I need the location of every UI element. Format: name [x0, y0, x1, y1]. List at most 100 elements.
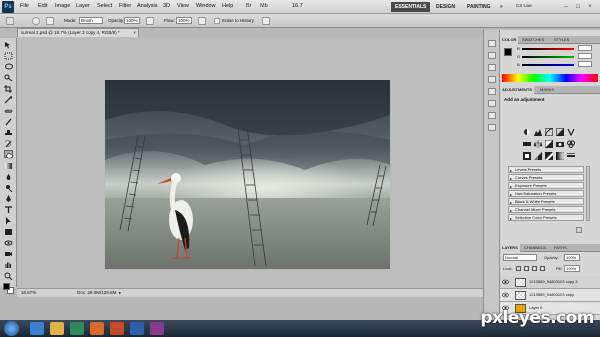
- red-slider[interactable]: [522, 48, 574, 50]
- menu-image[interactable]: Image: [55, 3, 70, 9]
- tab-color[interactable]: COLOR: [500, 36, 519, 44]
- pen-tool-icon[interactable]: [4, 195, 13, 203]
- quick-selection-tool-icon[interactable]: [4, 74, 13, 82]
- hue-saturation-icon[interactable]: [523, 140, 531, 148]
- start-button[interactable]: [4, 321, 19, 336]
- visibility-eye-icon[interactable]: [502, 279, 509, 285]
- blend-mode-select[interactable]: Normal: [503, 254, 537, 261]
- tab-styles[interactable]: STYLES: [552, 36, 571, 44]
- brush-panel-icon[interactable]: [46, 17, 54, 25]
- lasso-tool-icon[interactable]: [4, 63, 13, 71]
- black-white-icon[interactable]: [544, 139, 554, 149]
- taskbar-app-icon[interactable]: [150, 322, 164, 335]
- bridge-icon[interactable]: Br: [246, 3, 252, 9]
- layer-row[interactable]: 1213589_94803103 copy 3: [500, 276, 600, 289]
- 3d-rotate-tool-icon[interactable]: [4, 239, 13, 247]
- fill-field[interactable]: 100%: [564, 265, 580, 272]
- flow-field[interactable]: 100%: [176, 17, 192, 24]
- preset-curves[interactable]: ▸ Curves Presets: [508, 174, 584, 181]
- file-explorer-icon[interactable]: [50, 322, 64, 335]
- blur-tool-icon[interactable]: [4, 173, 13, 181]
- lock-pixels-icon[interactable]: [524, 266, 529, 271]
- taskbar-app-icon[interactable]: [110, 322, 124, 335]
- internet-explorer-icon[interactable]: [30, 322, 44, 335]
- menu-layer[interactable]: Layer: [76, 3, 90, 9]
- lock-position-icon[interactable]: [532, 266, 537, 271]
- healing-brush-tool-icon[interactable]: [4, 107, 13, 115]
- history-brush-tool-icon[interactable]: [4, 140, 13, 148]
- actions-panel-icon[interactable]: [488, 52, 496, 59]
- tab-channels[interactable]: CHANNELS: [522, 244, 548, 252]
- pressure-size-icon[interactable]: [262, 17, 270, 25]
- workspace-essentials[interactable]: ESSENTIALS: [391, 2, 431, 12]
- tab-adjustments[interactable]: ADJUSTMENTS: [500, 86, 535, 94]
- preset-levels[interactable]: ▸ Levels Presets: [508, 166, 584, 173]
- pressure-opacity-icon[interactable]: [146, 17, 154, 25]
- cs-live-button[interactable]: CS Live: [516, 3, 532, 8]
- preset-exposure[interactable]: ▸ Exposure Presets: [508, 182, 584, 189]
- brush-size-icon[interactable]: [32, 17, 40, 25]
- zoom-tool-icon[interactable]: [4, 272, 13, 281]
- eyedropper-tool-icon[interactable]: [4, 96, 13, 104]
- firefox-icon[interactable]: [90, 322, 104, 335]
- green-slider[interactable]: [522, 56, 574, 58]
- preset-selective-color[interactable]: ▸ Selective Color Presets: [508, 214, 584, 221]
- layer-opacity-field[interactable]: 100%: [564, 254, 580, 261]
- selective-color-icon[interactable]: [567, 152, 575, 160]
- shape-tool-icon[interactable]: [4, 228, 13, 236]
- preset-hue-saturation[interactable]: ▸ Hue/Saturation Presets: [508, 190, 584, 197]
- history-panel-icon[interactable]: [488, 40, 496, 47]
- adjustments-footer-icon[interactable]: [576, 227, 582, 233]
- brush-tool-icon[interactable]: [4, 118, 13, 126]
- document-tab[interactable]: surreal 2.psd @ 16.7% (Layer 2 copy 4, R…: [17, 28, 139, 37]
- invert-icon[interactable]: [523, 152, 531, 160]
- visibility-eye-icon[interactable]: [502, 292, 509, 298]
- minimize-icon[interactable]: –: [562, 3, 570, 11]
- menu-3d[interactable]: 3D: [163, 3, 170, 9]
- path-selection-tool-icon[interactable]: [4, 217, 13, 225]
- 3d-camera-tool-icon[interactable]: [4, 250, 13, 258]
- menu-filter[interactable]: Filter: [119, 3, 131, 9]
- menu-edit[interactable]: Edit: [38, 3, 47, 9]
- media-player-icon[interactable]: [70, 322, 84, 335]
- gradient-tool-icon[interactable]: [4, 162, 13, 170]
- presets-scrollbar[interactable]: [586, 166, 590, 221]
- clone-stamp-tool-icon[interactable]: [4, 129, 13, 137]
- restore-icon[interactable]: □: [574, 3, 582, 11]
- crop-tool-icon[interactable]: [4, 85, 13, 93]
- document-canvas[interactable]: [105, 80, 390, 269]
- menu-help[interactable]: Help: [222, 3, 233, 9]
- brush-presets-panel-icon[interactable]: [488, 88, 496, 95]
- lock-transparency-icon[interactable]: [516, 266, 521, 271]
- color-spectrum-bar[interactable]: [502, 74, 598, 82]
- workspace-design[interactable]: DESIGN: [432, 2, 459, 12]
- posterize-icon[interactable]: [534, 152, 542, 160]
- tab-masks[interactable]: MASKS: [538, 86, 556, 94]
- levels-icon[interactable]: [534, 128, 542, 136]
- threshold-icon[interactable]: [545, 152, 553, 160]
- character-panel-icon[interactable]: [488, 112, 496, 119]
- hand-tool-icon[interactable]: [4, 261, 13, 269]
- eraser-tool-icon[interactable]: [4, 150, 14, 159]
- zoom-level-display[interactable]: 16.7: [292, 3, 303, 9]
- panel-foreground-swatch[interactable]: [504, 48, 512, 56]
- red-value-field[interactable]: [578, 45, 592, 51]
- brightness-contrast-icon[interactable]: [523, 128, 531, 136]
- curves-icon[interactable]: [544, 127, 554, 137]
- menu-select[interactable]: Select: [97, 3, 112, 9]
- close-icon[interactable]: ×: [586, 3, 594, 11]
- close-tab-icon[interactable]: ×: [133, 29, 136, 37]
- paragraph-panel-icon[interactable]: [488, 124, 496, 131]
- eraser-tool-preset-icon[interactable]: [6, 17, 14, 25]
- airbrush-icon[interactable]: [198, 17, 206, 25]
- dodge-tool-icon[interactable]: [4, 184, 13, 193]
- vibrance-icon[interactable]: [567, 128, 575, 137]
- channel-mixer-icon[interactable]: [567, 140, 575, 148]
- foreground-color-swatch[interactable]: [3, 283, 10, 290]
- marquee-tool-icon[interactable]: [4, 52, 13, 60]
- type-tool-icon[interactable]: [4, 206, 13, 214]
- workspace-more[interactable]: »: [496, 2, 507, 12]
- mini-bridge-icon[interactable]: Mb: [260, 3, 268, 9]
- menu-view[interactable]: View: [177, 3, 189, 9]
- photoshop-taskbar-icon[interactable]: [130, 322, 144, 335]
